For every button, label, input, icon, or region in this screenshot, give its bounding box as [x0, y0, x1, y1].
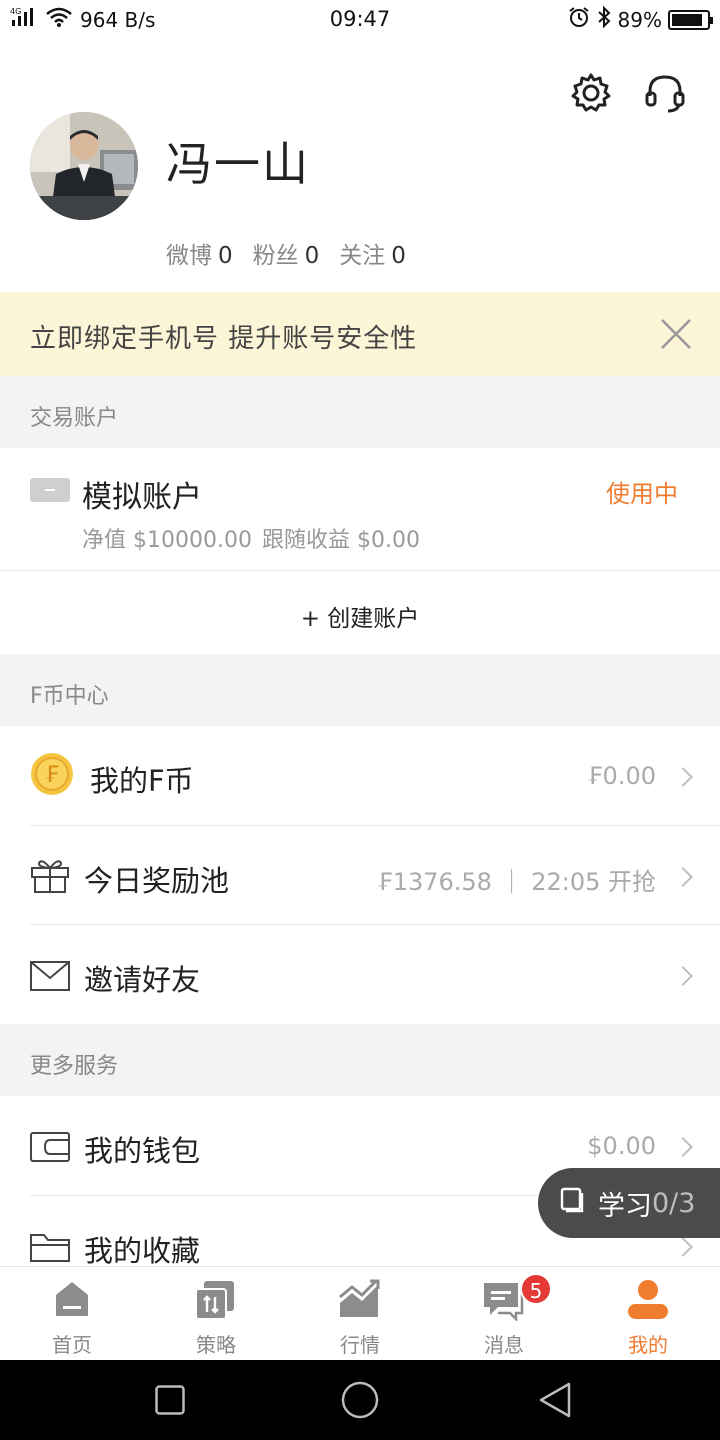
weibo-label: 微博: [166, 243, 212, 269]
bind-phone-banner[interactable]: 立即绑定手机号 提升账号安全性: [0, 292, 720, 376]
tab-label: 行情: [340, 1333, 380, 1357]
tab-label: 我的: [628, 1333, 668, 1357]
reward-pool-value: ₣1376.58 ｜ 22:05 开抢: [377, 868, 656, 896]
favorites-label: 我的收藏: [84, 1234, 201, 1266]
bottom-tab-bar: 首页 策略 行情 5 消息 我的: [0, 1266, 720, 1360]
chevron-right-icon: [673, 867, 693, 887]
home-circle-icon[interactable]: [340, 1380, 380, 1424]
section-title-fcoin: F币中心: [30, 684, 109, 709]
invite-friends-row[interactable]: 邀请好友: [0, 925, 720, 1024]
weibo-count: 0: [218, 243, 233, 269]
section-header-services: 更多服务: [0, 1024, 720, 1096]
banner-text: 立即绑定手机号 提升账号安全性: [30, 324, 418, 354]
my-fcoin-row[interactable]: ₣ 我的F币 ₣0.00: [0, 726, 720, 826]
account-tag-icon: [30, 478, 70, 502]
chevron-right-icon: [673, 767, 693, 787]
svg-text:₣: ₣: [45, 763, 59, 788]
bluetooth-icon: [596, 5, 612, 33]
my-fcoin-label: 我的F币: [90, 764, 194, 798]
section-title-trading: 交易账户: [30, 406, 119, 431]
avatar[interactable]: [30, 112, 138, 220]
tab-me[interactable]: 我的: [576, 1267, 720, 1361]
follow-label: 关注: [339, 243, 386, 269]
alarm-icon: [568, 6, 590, 33]
username: 冯一山: [166, 137, 310, 191]
fcoin-icon: ₣: [30, 752, 74, 800]
demo-account-row[interactable]: 模拟账户 使用中 净值 $10000.00 跟随收益 $0.00: [0, 448, 720, 570]
my-fcoin-value: ₣0.00: [587, 762, 656, 790]
gift-icon: [30, 856, 70, 898]
strategy-icon: [194, 1279, 236, 1325]
section-header-fcoin: F币中心: [0, 654, 720, 726]
back-triangle-icon[interactable]: [538, 1382, 572, 1422]
battery-icon: [668, 9, 713, 30]
folder-icon: [30, 1232, 70, 1266]
study-label: 学习: [598, 1190, 652, 1222]
account-name: 模拟账户: [82, 480, 202, 515]
tab-label: 策略: [196, 1333, 236, 1357]
recent-apps-square-icon[interactable]: [155, 1385, 185, 1419]
chevron-right-icon: [673, 966, 693, 986]
system-navigation-bar: [0, 1360, 720, 1440]
follow-stat[interactable]: 关注 0: [339, 236, 406, 270]
tab-messages[interactable]: 5 消息: [432, 1267, 576, 1361]
unread-badge: 5: [520, 1273, 552, 1305]
study-progress: 0/3: [652, 1187, 696, 1219]
message-chat-icon: [482, 1281, 524, 1325]
status-bar: 4G 964 B/s 09:47 89%: [0, 0, 720, 38]
section-title-services: 更多服务: [30, 1054, 119, 1079]
create-account-button[interactable]: + 创建账户: [0, 599, 720, 633]
customer-service-headset-icon[interactable]: [644, 72, 686, 118]
net-value: 净值 $10000.00: [82, 528, 252, 553]
battery-percent: 89%: [617, 7, 662, 32]
follow-profit: 跟随收益 $0.00: [262, 528, 420, 553]
book-icon: [560, 1187, 584, 1220]
wallet-icon: [30, 1132, 70, 1166]
create-account-row[interactable]: + 创建账户: [0, 571, 720, 653]
tab-market[interactable]: 行情: [288, 1267, 432, 1361]
tab-label: 消息: [484, 1333, 524, 1357]
user-profile-icon: [626, 1279, 670, 1325]
fans-stat[interactable]: 粉丝 0: [253, 236, 320, 270]
mail-envelope-icon: [30, 961, 70, 995]
fans-count: 0: [304, 243, 320, 269]
invite-friends-label: 邀请好友: [84, 963, 201, 997]
market-chart-icon: [338, 1279, 382, 1323]
chevron-right-icon: [673, 1237, 693, 1257]
study-progress-button[interactable]: 学习 0/3: [538, 1168, 720, 1238]
reward-pool-label: 今日奖励池: [84, 864, 230, 898]
account-status-badge: 使用中: [606, 480, 678, 508]
wallet-label: 我的钱包: [84, 1134, 201, 1168]
chevron-right-icon: [673, 1137, 693, 1157]
profile-stats: 微博 0 粉丝 0 关注 0: [166, 236, 406, 270]
weibo-stat[interactable]: 微博 0: [166, 236, 233, 270]
tab-home[interactable]: 首页: [0, 1267, 144, 1361]
tab-label: 首页: [52, 1333, 92, 1357]
wallet-value: $0.00: [587, 1132, 656, 1160]
reward-pool-row[interactable]: 今日奖励池 ₣1376.58 ｜ 22:05 开抢: [0, 826, 720, 925]
home-icon: [52, 1279, 92, 1323]
close-icon[interactable]: [658, 316, 694, 352]
settings-gear-icon[interactable]: [570, 72, 612, 118]
tab-strategy[interactable]: 策略: [144, 1267, 288, 1361]
section-header-trading: 交易账户: [0, 376, 720, 448]
follow-count: 0: [391, 243, 406, 269]
fans-label: 粉丝: [252, 243, 299, 269]
